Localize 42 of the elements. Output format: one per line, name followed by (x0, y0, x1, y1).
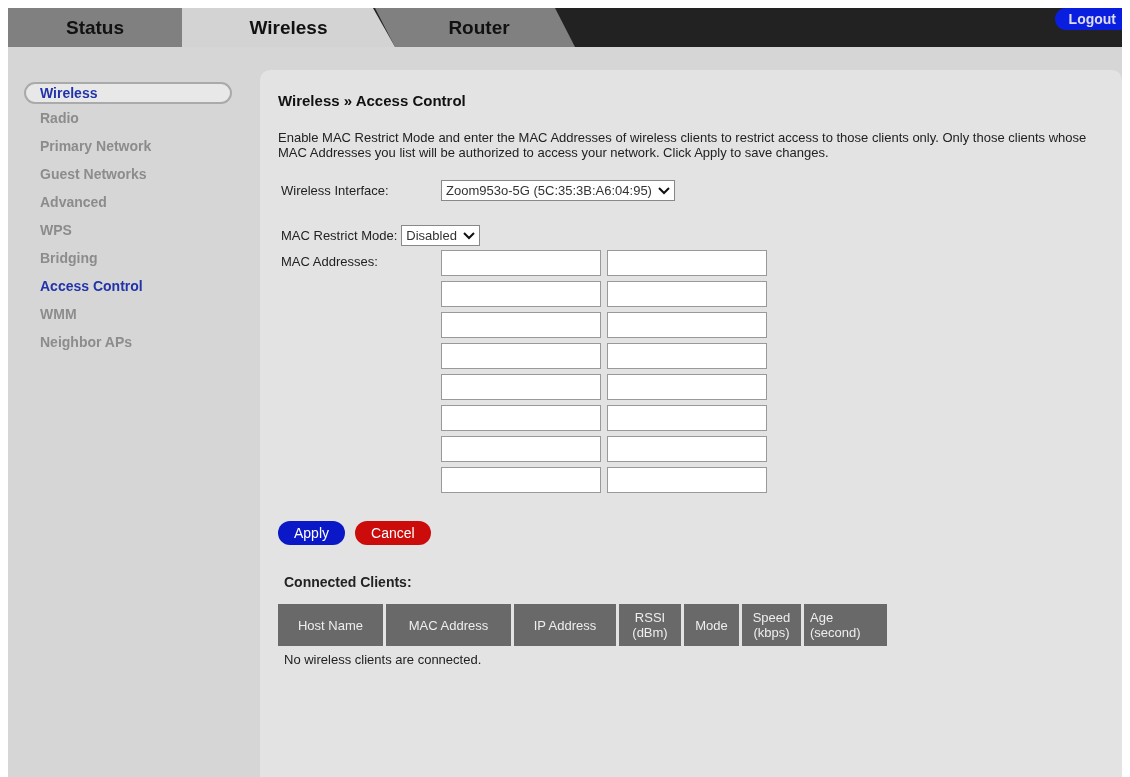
column-header: RSSI (dBm) (619, 604, 681, 646)
mac-address-field[interactable] (441, 281, 601, 307)
mac-address-field[interactable] (441, 436, 601, 462)
mac-address-field[interactable] (607, 467, 767, 493)
field-label: MAC Addresses: (280, 254, 379, 269)
chevron-down-icon (657, 186, 670, 195)
mac-address-field[interactable] (441, 467, 601, 493)
field-label: Wireless Interface: (280, 183, 390, 198)
interface-dropdown[interactable]: Zoom953o-5G (5C:35:3B:A6:04:95) (441, 180, 675, 201)
mac-address-field[interactable] (441, 343, 601, 369)
cancel-button[interactable]: Cancel (355, 521, 431, 545)
column-header: Age (second) (804, 604, 887, 646)
column-header: Speed (kbps) (742, 604, 801, 646)
column-header: Host Name (278, 604, 383, 646)
mac-address-field[interactable] (607, 250, 767, 276)
mac-address-field[interactable] (607, 281, 767, 307)
mac-address-field[interactable] (441, 312, 601, 338)
chevron-down-icon (462, 231, 475, 240)
column-header: MAC Address (386, 604, 511, 646)
column-header: IP Address (514, 604, 616, 646)
nav-tab[interactable]: Router (375, 8, 575, 47)
sidebar-item[interactable]: Access Control (32, 272, 260, 300)
empty-message: No wireless clients are connected. (284, 652, 483, 667)
nav-tab[interactable]: Wireless (182, 8, 395, 47)
mode-dropdown[interactable]: Disabled (401, 225, 480, 246)
sidebar-heading[interactable]: Wireless (24, 82, 232, 104)
mac-address-field[interactable] (607, 374, 767, 400)
mac-address-field[interactable] (607, 343, 767, 369)
mac-address-field[interactable] (441, 250, 601, 276)
apply-button[interactable]: Apply (278, 521, 346, 545)
mac-address-field[interactable] (607, 405, 767, 431)
mac-address-field[interactable] (441, 374, 601, 400)
column-header: Mode (684, 604, 739, 646)
mac-address-field[interactable] (607, 312, 767, 338)
logout-button[interactable]: Logout (1054, 8, 1122, 30)
nav-tab[interactable]: Status (8, 8, 182, 47)
description-text: Enable MAC Restrict Mode and enter the MAC Addresses of wireless clients to restrict access to those clients only. Only those clients whose MAC Addresses you list will be authorized to access your network. Click Apply to save changes. (278, 130, 1088, 160)
field-label: MAC Restrict Mode: (280, 228, 398, 243)
mac-address-field[interactable] (441, 405, 601, 431)
page-title: Wireless » Access Control (278, 92, 467, 109)
mac-address-field[interactable] (607, 436, 767, 462)
section-heading: Connected Clients: (284, 574, 413, 590)
